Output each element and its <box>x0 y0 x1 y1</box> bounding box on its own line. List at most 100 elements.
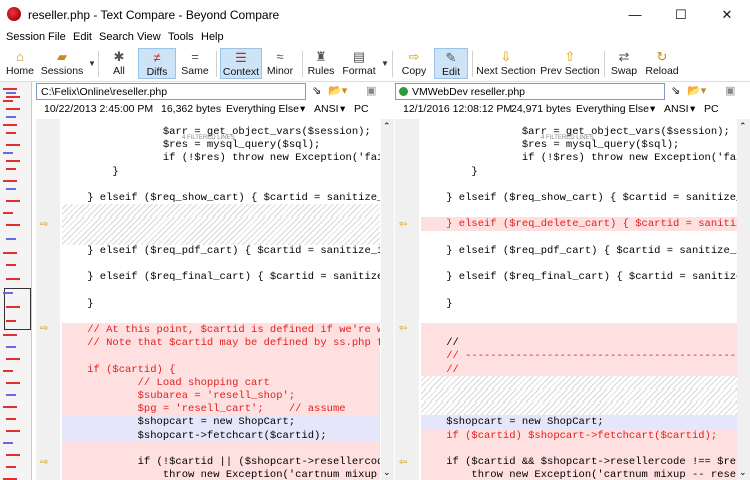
left-save-icon[interactable]: ▣ <box>366 84 376 97</box>
left-path-input[interactable]: C:\Felix\Online\reseller.php <box>36 83 306 100</box>
overview-thumbnail[interactable] <box>0 82 32 480</box>
code-line[interactable] <box>62 441 380 456</box>
code-line[interactable]: // At this point, $cartid is defined if … <box>62 323 380 337</box>
code-line[interactable]: $shopcart->fetchcart($cartid); <box>62 428 380 443</box>
copy-left-arrow-icon[interactable]: ⇦ <box>399 219 407 230</box>
code-line[interactable] <box>421 178 737 192</box>
maximize-button[interactable]: ☐ <box>658 0 704 30</box>
right-encoding[interactable]: ANSI <box>664 103 689 115</box>
copy-button[interactable]: ⇨ Copy <box>398 48 430 79</box>
right-text-pane[interactable]: $arr = get_object_vars($session); $res =… <box>421 119 737 480</box>
code-line[interactable]: // Load shopping cart <box>62 375 380 390</box>
right-encoding-dropdown-icon[interactable]: ▾ <box>690 103 695 115</box>
code-line[interactable]: } <box>62 297 380 311</box>
prev-section-button[interactable]: ⇧ Prev Section <box>540 48 600 79</box>
code-line[interactable]: $shopcart = new ShopCart; <box>421 415 737 430</box>
same-button[interactable]: = Same <box>178 48 212 79</box>
right-lineend[interactable]: PC <box>704 103 719 115</box>
code-line[interactable]: // Note that $cartid may be defined by s… <box>62 336 380 351</box>
code-line[interactable]: $shopcart = new ShopCart; <box>62 415 380 430</box>
code-line[interactable]: throw new Exception('cartnum mixup -- re… <box>421 468 737 480</box>
code-line[interactable] <box>421 441 737 456</box>
menu-file[interactable]: File <box>48 31 66 43</box>
code-line[interactable]: } elseif ($req_delete_cart) { $cartid = … <box>421 217 737 232</box>
left-encoding-dropdown-icon[interactable]: ▾ <box>340 103 345 115</box>
code-line[interactable] <box>421 283 737 297</box>
copy-left-arrow-icon[interactable]: ⇦ <box>399 457 407 468</box>
rules-button[interactable]: ♜ Rules <box>306 48 336 79</box>
minimize-button[interactable]: — <box>612 0 658 30</box>
format-dropdown-icon[interactable]: ▼ <box>381 59 389 68</box>
edit-button[interactable]: ✎ Edit <box>434 48 468 79</box>
code-line[interactable] <box>62 310 380 324</box>
left-open-folder-icon[interactable]: 📂▾ <box>328 84 347 97</box>
code-line[interactable]: } elseif ($req_show_cart) { $cartid = sa… <box>421 191 737 205</box>
code-line[interactable] <box>62 231 380 245</box>
left-filter-dropdown-icon[interactable]: ▾ <box>300 103 305 115</box>
code-line[interactable] <box>421 310 737 324</box>
copy-right-arrow-icon[interactable]: ⇨ <box>40 323 48 334</box>
code-line[interactable]: if (!$res) throw new Exception('fai <box>421 151 737 165</box>
code-line[interactable] <box>62 257 380 271</box>
code-line[interactable]: } <box>421 297 737 311</box>
right-path-input[interactable]: VMWebDev reseller.php <box>395 83 665 100</box>
scroll-down-icon[interactable]: ⌄ <box>739 467 747 478</box>
left-text-pane[interactable]: $arr = get_object_vars($session); $res =… <box>62 119 380 480</box>
code-line[interactable]: if ($cartid && $shopcart->resellercode !… <box>421 455 737 469</box>
format-button[interactable]: ▤ Format <box>340 48 378 79</box>
code-line[interactable]: if (!$cartid || ($shopcart->resellercode… <box>62 455 380 469</box>
code-line[interactable]: if ($cartid) $shopcart->fetchcart($carti… <box>421 428 737 443</box>
all-button[interactable]: ✱ All <box>104 48 134 79</box>
sessions-button[interactable]: ▰ Sessions <box>40 48 84 79</box>
right-filter[interactable]: Everything Else <box>576 103 649 115</box>
code-line[interactable]: // -------------------------------------… <box>421 349 737 364</box>
menu-view[interactable]: View <box>137 31 161 43</box>
menu-session[interactable]: Session <box>6 31 45 43</box>
code-line[interactable]: } elseif ($req_show_cart) { $cartid = sa… <box>62 191 380 205</box>
left-filter[interactable]: Everything Else <box>226 103 299 115</box>
copy-right-arrow-icon[interactable]: ⇨ <box>40 457 48 468</box>
code-line[interactable]: // <box>421 362 737 377</box>
code-line[interactable] <box>421 231 737 245</box>
swap-button[interactable]: ⇄ Swap <box>608 48 640 79</box>
left-encoding[interactable]: ANSI <box>314 103 339 115</box>
menu-tools[interactable]: Tools <box>168 31 194 43</box>
code-line[interactable] <box>421 257 737 271</box>
close-button[interactable]: ✕ <box>704 0 750 30</box>
code-line[interactable] <box>62 178 380 192</box>
menu-help[interactable]: Help <box>201 31 224 43</box>
scroll-down-icon[interactable]: ⌄ <box>383 467 391 478</box>
left-vertical-scrollbar[interactable]: ⌃ ⌄ <box>381 119 394 480</box>
home-button[interactable]: ⌂ Home <box>4 48 36 79</box>
code-line[interactable] <box>62 349 380 364</box>
scroll-up-icon[interactable]: ⌃ <box>383 121 391 132</box>
code-line[interactable]: } elseif ($req_pdf_cart) { $cartid = san… <box>421 244 737 258</box>
code-line[interactable] <box>62 283 380 297</box>
sessions-dropdown-icon[interactable]: ▼ <box>88 59 96 68</box>
code-line[interactable] <box>421 204 737 218</box>
code-line[interactable]: if ($cartid) { <box>62 362 380 377</box>
copy-left-arrow-icon[interactable]: ⇦ <box>399 323 407 334</box>
code-line[interactable]: } elseif ($req_final_cart) { $cartid = s… <box>421 270 737 284</box>
right-history-icon[interactable]: ⇘ <box>671 84 680 97</box>
reload-button[interactable]: ↻ Reload <box>644 48 680 79</box>
code-line[interactable]: } elseif ($req_pdf_cart) { $cartid = san… <box>62 244 380 258</box>
copy-right-arrow-icon[interactable]: ⇨ <box>40 219 48 230</box>
right-open-folder-icon[interactable]: 📂▾ <box>687 84 706 97</box>
code-line[interactable] <box>421 323 737 337</box>
right-vertical-scrollbar[interactable]: ⌃ ⌄ <box>737 119 750 480</box>
next-section-button[interactable]: ⇩ Next Section <box>476 48 536 79</box>
code-line[interactable]: } <box>62 165 380 179</box>
code-line[interactable]: // <box>421 336 737 351</box>
left-history-icon[interactable]: ⇘ <box>312 84 321 97</box>
right-save-icon[interactable]: ▣ <box>725 84 735 97</box>
code-line[interactable]: if (!$res) throw new Exception('fai <box>62 151 380 165</box>
menu-edit[interactable]: Edit <box>73 31 92 43</box>
scroll-up-icon[interactable]: ⌃ <box>739 121 747 132</box>
code-line[interactable]: $pg = 'resell_cart'; // assume <box>62 402 380 417</box>
right-filter-dropdown-icon[interactable]: ▾ <box>650 103 655 115</box>
code-line[interactable]: $subarea = 'resell_shop'; <box>62 389 380 403</box>
overview-viewport[interactable] <box>4 288 31 330</box>
code-line[interactable]: } elseif ($req_final_cart) { $cartid = s… <box>62 270 380 284</box>
left-lineend[interactable]: PC <box>354 103 369 115</box>
